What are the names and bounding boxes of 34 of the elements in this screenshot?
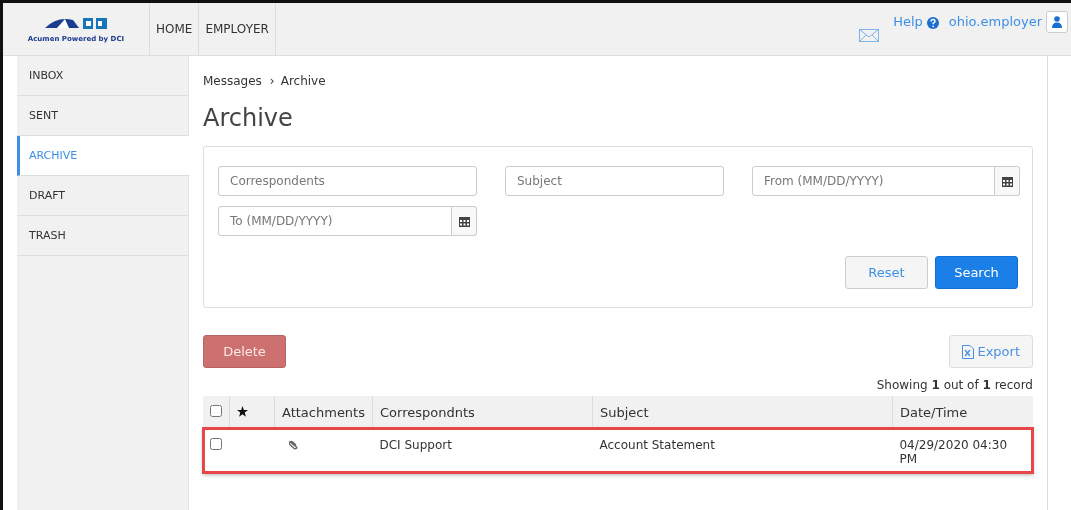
column-header: Subject xyxy=(592,396,893,428)
column-header: Date/Time xyxy=(892,396,1033,428)
nav-link[interactable]: EMPLOYER xyxy=(199,3,276,55)
sidebar-item[interactable]: DRAFT xyxy=(17,176,188,216)
row-checkbox[interactable] xyxy=(210,438,222,450)
star-icon xyxy=(237,405,248,417)
select-all-checkbox[interactable] xyxy=(210,404,222,417)
column-header: Attachments xyxy=(274,396,373,428)
input-field[interactable]: From (MM/DD/YYYY) xyxy=(752,166,995,196)
calendar-button[interactable] xyxy=(995,166,1020,196)
calendar-button[interactable] xyxy=(452,206,477,236)
input-field[interactable]: Subject xyxy=(505,166,724,196)
breadcrumb-current: Archive xyxy=(280,74,326,88)
search-button[interactable]: Search xyxy=(935,256,1018,289)
user-button[interactable] xyxy=(1046,11,1068,33)
input-field[interactable]: To (MM/DD/YYYY) xyxy=(218,206,452,236)
excel-file-icon xyxy=(962,344,975,359)
page-title: Archive xyxy=(203,104,294,132)
calendar-icon xyxy=(1001,175,1013,187)
help-icon[interactable] xyxy=(926,17,939,29)
record-count: Showing 1 out of 1 record xyxy=(875,378,1033,392)
table-cell: Account Statement xyxy=(599,438,715,452)
table-cell: DCI Support xyxy=(379,438,452,452)
calendar-icon xyxy=(458,215,470,227)
column-header: Correspondnts xyxy=(372,396,593,428)
logo-icon xyxy=(43,15,109,32)
user-icon xyxy=(1052,16,1062,28)
input-field[interactable]: Correspondents xyxy=(218,166,477,196)
sidebar-item[interactable]: INBOX xyxy=(17,56,188,96)
table-cell: 04/29/2020 04:30 PM xyxy=(899,438,1008,466)
nav-link[interactable]: HOME xyxy=(150,3,200,55)
sidebar-item[interactable]: TRASH xyxy=(17,216,188,256)
breadcrumb-separator: › xyxy=(269,74,275,88)
breadcrumb-link[interactable]: Messages xyxy=(203,74,262,88)
